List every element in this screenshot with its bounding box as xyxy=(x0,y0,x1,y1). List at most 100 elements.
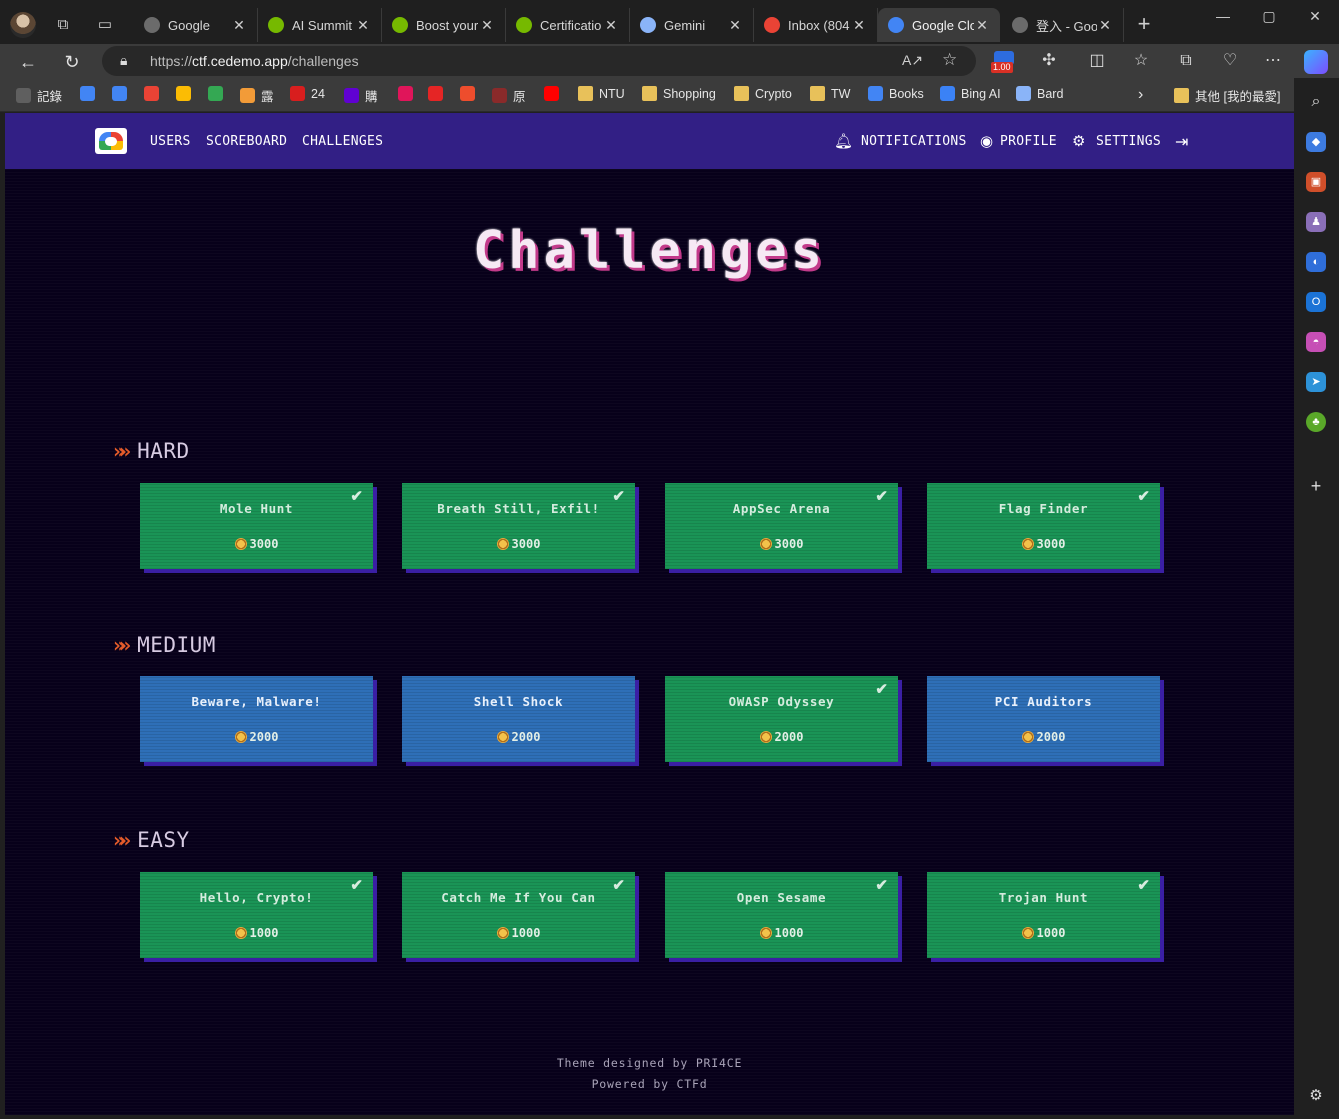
refresh-button[interactable]: ↻ xyxy=(58,48,86,76)
minimize-button[interactable]: — xyxy=(1200,8,1246,28)
nav-scoreboard[interactable]: SCOREBOARD xyxy=(206,134,287,149)
challenge-card[interactable]: AppSec Arena 3000 ✔ xyxy=(665,483,898,569)
nav-challenges[interactable]: CHALLENGES xyxy=(302,134,383,149)
back-button[interactable]: ← xyxy=(14,48,42,76)
google-cloud-logo[interactable] xyxy=(95,128,127,154)
tab-close-icon[interactable]: ✕ xyxy=(1097,17,1113,34)
challenge-card[interactable]: Hello, Crypto! 1000 ✔ xyxy=(140,872,373,958)
footer-powered-by[interactable]: Powered by CTFd xyxy=(5,1077,1294,1091)
tab-close-icon[interactable]: ✕ xyxy=(231,17,247,34)
tab-close-icon[interactable]: ✕ xyxy=(974,17,990,34)
shopping-tag-icon[interactable]: ◆ xyxy=(1306,132,1326,152)
read-aloud-icon[interactable]: A↗ xyxy=(902,52,923,69)
bookmarks-overflow-chevron-icon[interactable]: › xyxy=(1138,86,1143,104)
browser-tab[interactable]: Inbox (804 ✕ xyxy=(754,8,878,42)
tab-actions-icon[interactable]: ▭ xyxy=(90,10,120,38)
extensions-puzzle-icon[interactable]: ✣ xyxy=(1038,50,1060,72)
bookmark-item[interactable]: 24 xyxy=(290,86,325,101)
bookmark-item[interactable] xyxy=(544,86,565,101)
browser-tab[interactable]: Google ✕ xyxy=(134,8,258,42)
tab-close-icon[interactable]: ✕ xyxy=(355,17,371,34)
lock-icon[interactable]: 🔒︎ xyxy=(120,52,127,69)
close-window-button[interactable]: ✕ xyxy=(1292,8,1338,28)
challenge-card[interactable]: Catch Me If You Can 1000 ✔ xyxy=(402,872,635,958)
bookmark-item[interactable]: Shopping xyxy=(642,86,716,101)
bookmark-item[interactable]: TW xyxy=(810,86,850,101)
nav-profile[interactable]: PROFILE xyxy=(1000,134,1057,149)
challenge-card[interactable]: Flag Finder 3000 ✔ xyxy=(927,483,1160,569)
bookmark-item[interactable]: Bing AI xyxy=(940,86,1001,101)
more-menu-icon[interactable]: ⋯ xyxy=(1262,50,1284,72)
google-icon xyxy=(80,86,95,101)
favorite-star-icon[interactable]: ☆ xyxy=(942,50,957,70)
bookmark-item[interactable] xyxy=(208,86,229,101)
workspaces-icon[interactable]: ⧉ xyxy=(48,10,78,38)
bookmark-item[interactable] xyxy=(112,86,133,101)
bookmark-item[interactable] xyxy=(398,86,419,101)
collections-icon[interactable]: ⧉ xyxy=(1175,50,1197,72)
sidebar-settings-gear-icon[interactable]: ⚙ xyxy=(1306,1086,1326,1106)
browser-tab[interactable]: Certificatio ✕ xyxy=(506,8,630,42)
profile-avatar[interactable] xyxy=(10,12,36,38)
logout-icon[interactable]: ⇥ xyxy=(1175,132,1188,152)
tab-close-icon[interactable]: ✕ xyxy=(479,17,495,34)
copilot-sidebar-icon[interactable]: ◐ xyxy=(1306,252,1326,272)
nav-settings[interactable]: SETTINGS xyxy=(1096,134,1161,149)
maximize-button[interactable]: ▢ xyxy=(1246,8,1292,28)
bookmark-item[interactable]: 原 xyxy=(492,86,526,105)
bookmark-label: 其他 [我的最愛] xyxy=(1195,90,1281,104)
tools-icon[interactable]: ▣ xyxy=(1306,172,1326,192)
gears-icon[interactable]: ⚙ xyxy=(1072,132,1085,150)
browser-tab[interactable]: Boost your ✕ xyxy=(382,8,506,42)
new-tab-button[interactable]: + xyxy=(1129,10,1159,38)
footer-theme-credit[interactable]: Theme designed by PRI4CE xyxy=(5,1056,1294,1070)
bookmark-item[interactable]: 其他 [我的最愛] xyxy=(1174,86,1280,105)
browser-essentials-icon[interactable]: ♡ xyxy=(1219,50,1241,72)
user-circle-icon[interactable]: ◉ xyxy=(980,132,993,150)
bell-icon[interactable]: 🔔︎ xyxy=(834,132,853,150)
tab-close-icon[interactable]: ✕ xyxy=(727,17,743,34)
bookmark-item[interactable]: Crypto xyxy=(734,86,792,101)
challenge-card[interactable]: Breath Still, Exfil! 3000 ✔ xyxy=(402,483,635,569)
tab-close-icon[interactable]: ✕ xyxy=(603,17,619,34)
extension-icon[interactable]: 1.00 xyxy=(991,50,1015,73)
challenge-card[interactable]: Mole Hunt 3000 ✔ xyxy=(140,483,373,569)
favorites-icon[interactable]: ☆ xyxy=(1130,50,1152,72)
designer-icon[interactable]: ◓ xyxy=(1306,332,1326,352)
challenge-card[interactable]: Trojan Hunt 1000 ✔ xyxy=(927,872,1160,958)
bookmark-item[interactable]: Bard xyxy=(1016,86,1063,101)
challenge-card[interactable]: Shell Shock 2000 xyxy=(402,676,635,762)
bookmark-item[interactable] xyxy=(144,86,165,101)
games-icon[interactable]: ♟ xyxy=(1306,212,1326,232)
bookmark-item[interactable] xyxy=(428,86,449,101)
bookmark-item[interactable]: NTU xyxy=(578,86,625,101)
challenge-card[interactable]: Beware, Malware! 2000 xyxy=(140,676,373,762)
address-bar[interactable]: 🔒︎ https://ctf.cedemo.app/challenges A↗ … xyxy=(102,46,976,76)
bookmark-item[interactable]: 露 xyxy=(240,86,274,105)
split-screen-icon[interactable]: ◫ xyxy=(1086,50,1108,72)
bookmark-item[interactable] xyxy=(80,86,101,101)
bookmark-item[interactable] xyxy=(460,86,481,101)
browser-tab[interactable]: AI Summit ✕ xyxy=(258,8,382,42)
browser-tab[interactable]: Google Clo ✕ xyxy=(878,8,1000,42)
add-sidebar-app-icon[interactable]: + xyxy=(1306,476,1326,496)
browser-tab[interactable]: Gemini ✕ xyxy=(630,8,754,42)
tree-icon[interactable]: ♣ xyxy=(1306,412,1326,432)
bookmark-item[interactable] xyxy=(176,86,197,101)
challenge-card[interactable]: Open Sesame 1000 ✔ xyxy=(665,872,898,958)
url-text[interactable]: https://ctf.cedemo.app/challenges xyxy=(150,53,359,69)
outlook-icon[interactable]: O xyxy=(1306,292,1326,312)
copilot-icon[interactable] xyxy=(1304,50,1328,74)
telegram-icon[interactable]: ➤ xyxy=(1306,372,1326,392)
toolbar: ← ↻ 🔒︎ https://ctf.cedemo.app/challenges… xyxy=(0,44,1339,78)
nav-users[interactable]: USERS xyxy=(150,134,191,149)
browser-tab[interactable]: 登入 - Goo ✕ xyxy=(1002,8,1124,42)
bookmark-item[interactable]: 記錄 xyxy=(16,86,62,105)
nav-notifications[interactable]: NOTIFICATIONS xyxy=(861,134,967,149)
search-icon[interactable]: ⌕ xyxy=(1306,92,1326,112)
tab-close-icon[interactable]: ✕ xyxy=(851,17,867,34)
bookmark-item[interactable]: Books xyxy=(868,86,924,101)
challenge-card[interactable]: PCI Auditors 2000 xyxy=(927,676,1160,762)
challenge-card[interactable]: OWASP Odyssey 2000 ✔ xyxy=(665,676,898,762)
bookmark-item[interactable]: 購 xyxy=(344,86,378,105)
